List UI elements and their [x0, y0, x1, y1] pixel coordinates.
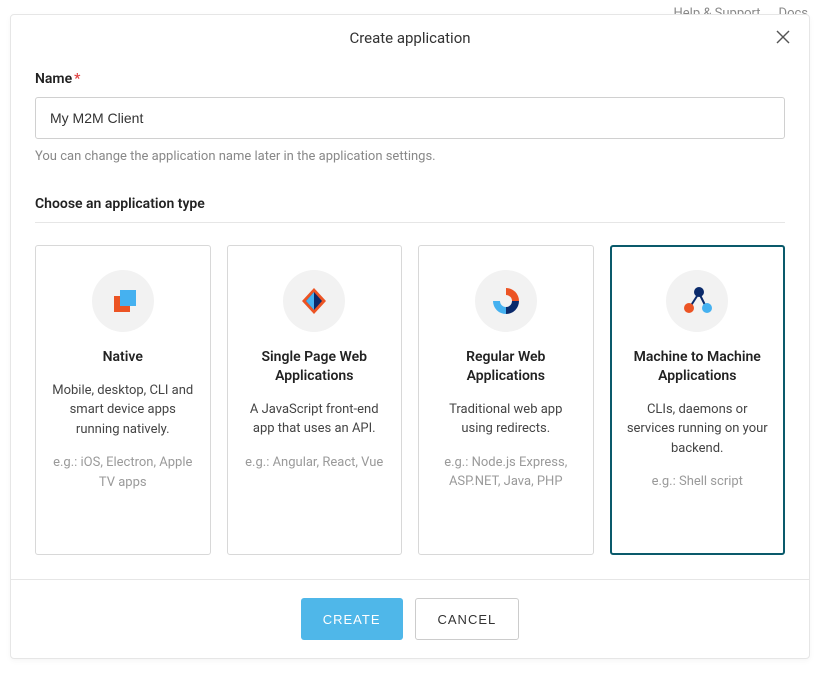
name-label-text: Name	[35, 71, 72, 87]
create-button[interactable]: CREATE	[301, 598, 403, 640]
modal-body: Name* You can change the application nam…	[11, 57, 809, 579]
card-eg: e.g.: Angular, React, Vue	[242, 453, 388, 473]
modal-header: Create application	[11, 15, 809, 57]
card-eg: e.g.: Node.js Express, ASP.NET, Java, PH…	[433, 453, 579, 492]
spa-icon	[283, 270, 345, 332]
app-type-regular-web[interactable]: Regular Web Applications Traditional web…	[418, 245, 594, 555]
card-title: Regular Web Applications	[433, 348, 579, 386]
app-type-spa[interactable]: Single Page Web Applications A JavaScrip…	[227, 245, 403, 555]
cancel-button[interactable]: CANCEL	[415, 598, 520, 640]
card-desc: Traditional web app using redirects.	[433, 400, 579, 439]
type-section-label: Choose an application type	[35, 196, 785, 223]
card-eg: e.g.: iOS, Electron, Apple TV apps	[50, 453, 196, 492]
app-type-cards: Native Mobile, desktop, CLI and smart de…	[35, 245, 785, 555]
name-label: Name*	[35, 71, 785, 87]
close-button[interactable]	[773, 27, 793, 47]
create-application-modal: Create application Name* You can change …	[10, 14, 810, 659]
card-title: Machine to Machine Applications	[625, 348, 771, 386]
card-desc: CLIs, daemons or services running on you…	[625, 400, 771, 459]
close-icon	[776, 30, 790, 44]
card-title: Native	[50, 348, 196, 367]
modal-title: Create application	[31, 29, 789, 47]
card-desc: Mobile, desktop, CLI and smart device ap…	[50, 381, 196, 440]
name-helper: You can change the application name late…	[35, 149, 785, 164]
app-type-m2m[interactable]: Machine to Machine Applications CLIs, da…	[610, 245, 786, 555]
name-input[interactable]	[35, 97, 785, 139]
app-type-native[interactable]: Native Mobile, desktop, CLI and smart de…	[35, 245, 211, 555]
native-icon	[92, 270, 154, 332]
card-desc: A JavaScript front-end app that uses an …	[242, 400, 388, 439]
regular-web-icon	[475, 270, 537, 332]
modal-footer: CREATE CANCEL	[11, 579, 809, 658]
required-asterisk: *	[74, 71, 80, 87]
card-eg: e.g.: Shell script	[625, 472, 771, 492]
m2m-icon	[666, 270, 728, 332]
card-title: Single Page Web Applications	[242, 348, 388, 386]
